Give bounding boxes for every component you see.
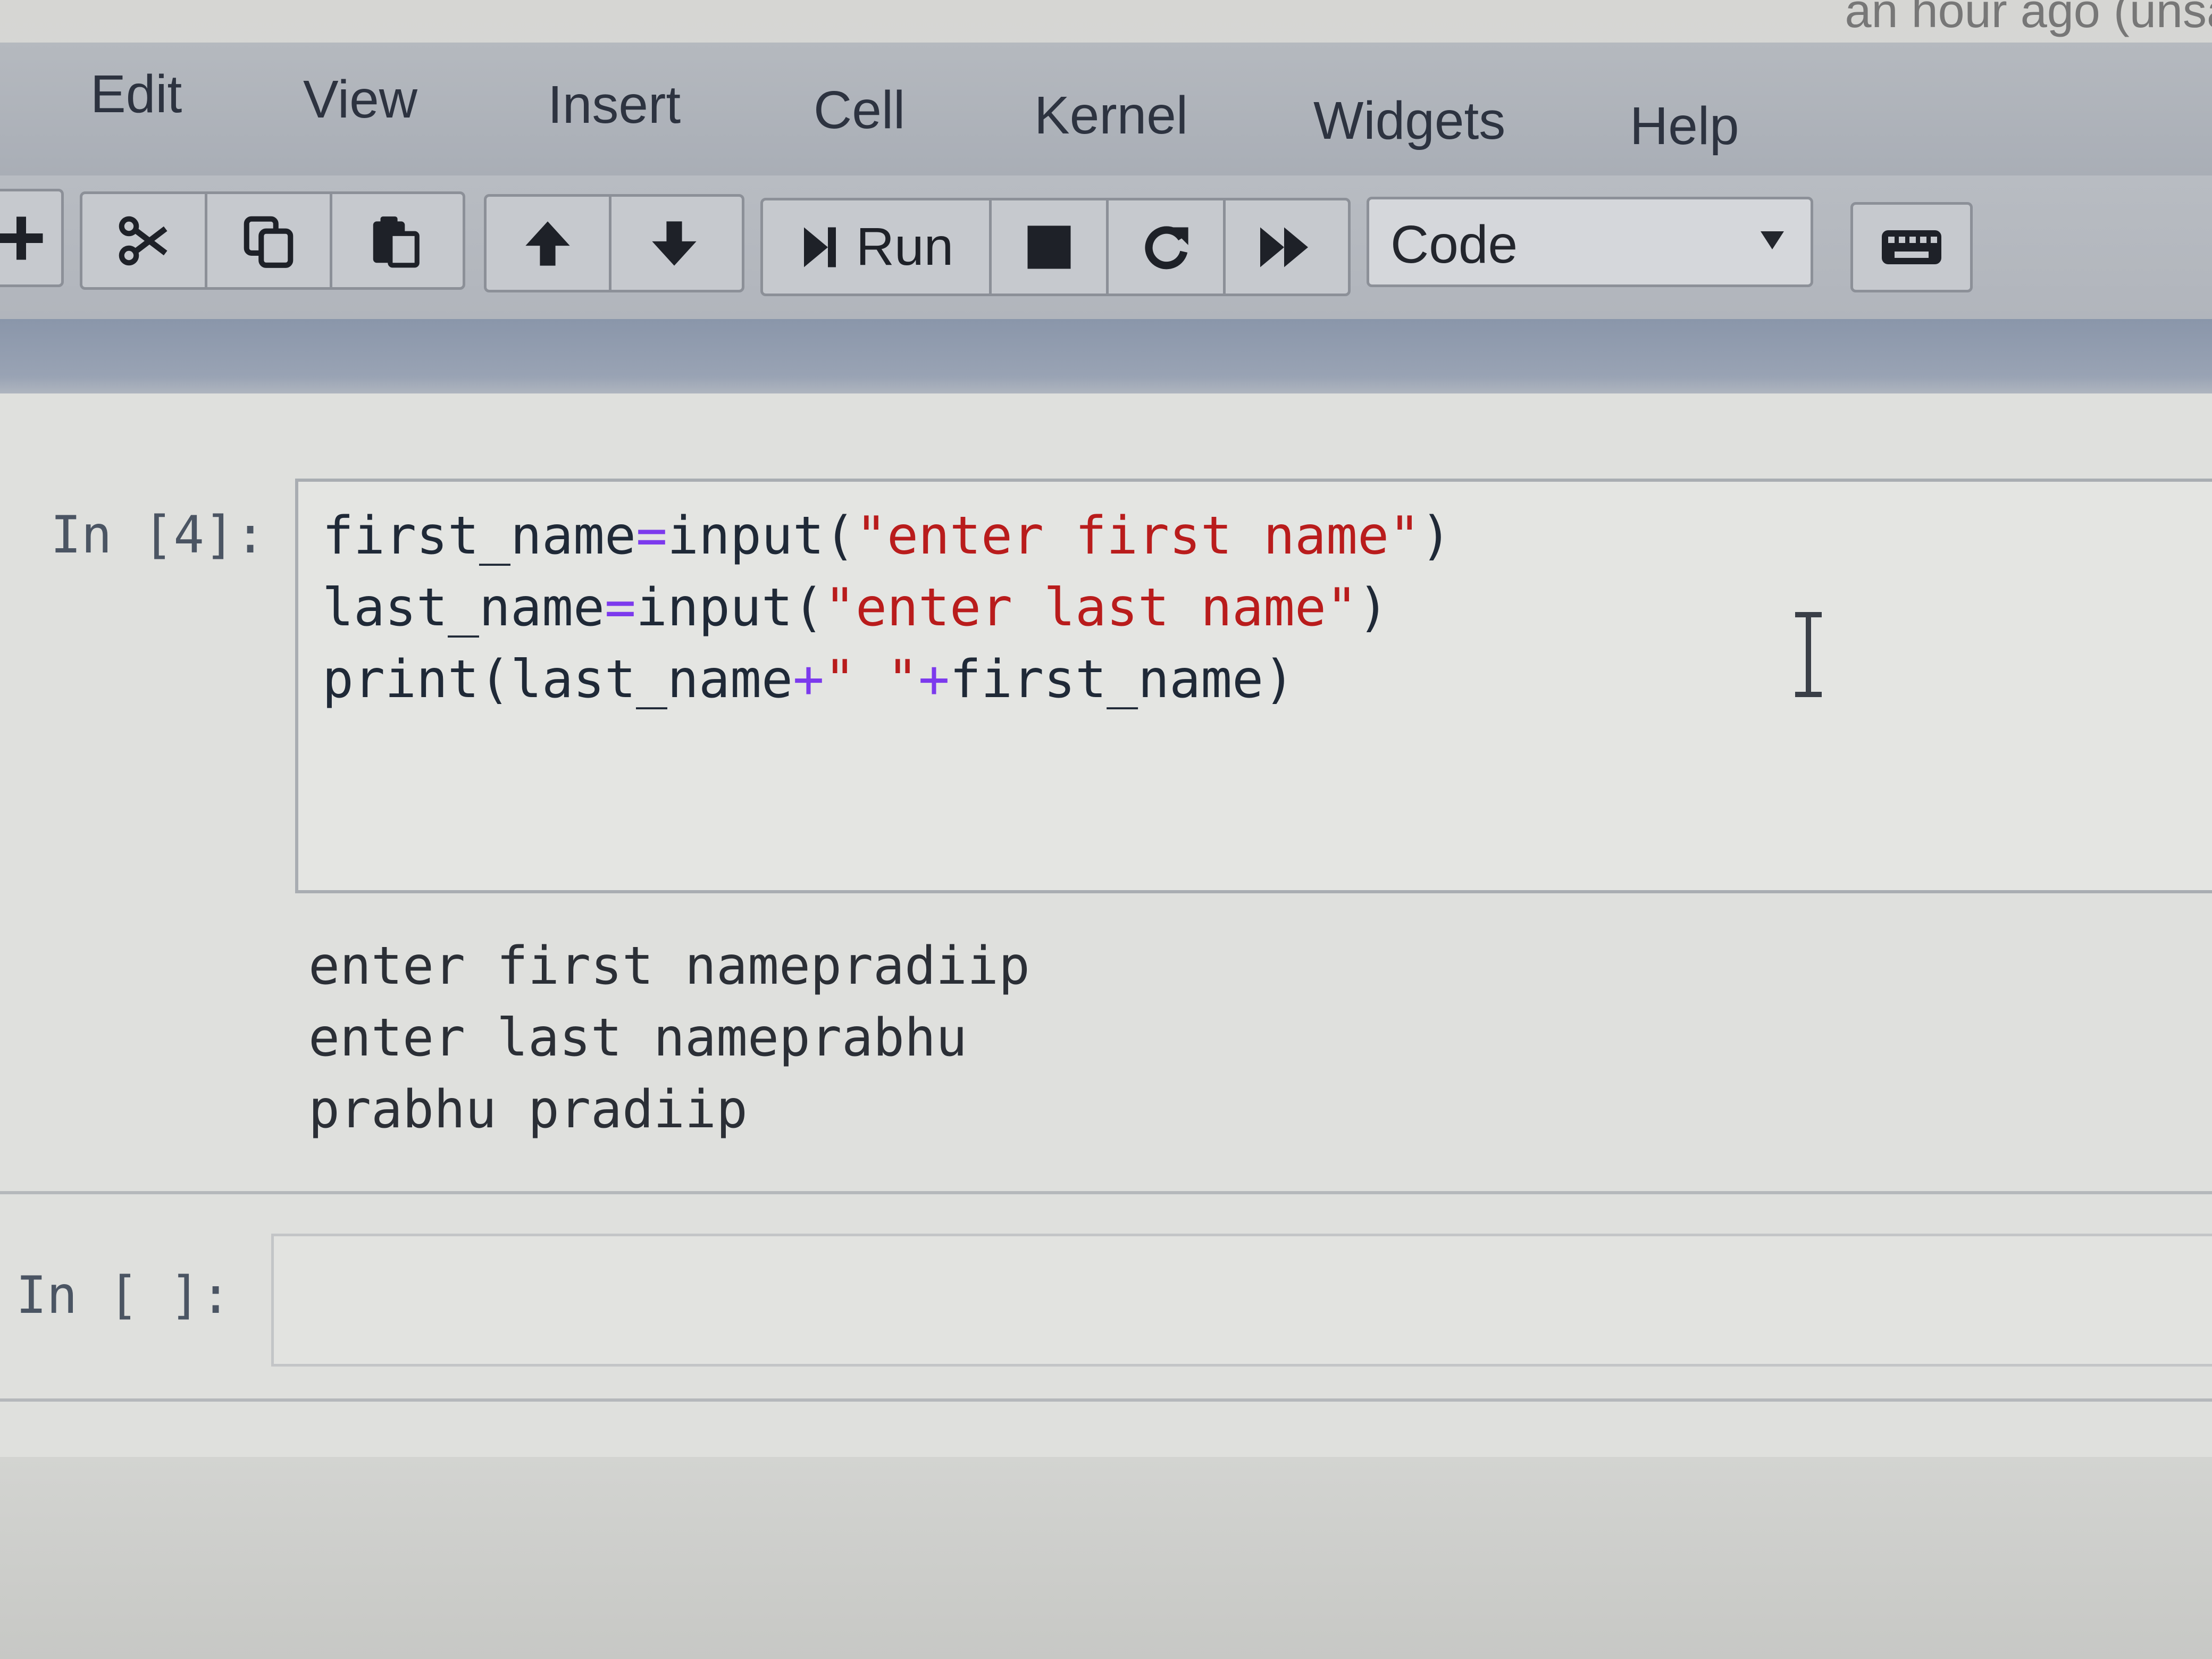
insert-cell-group — [0, 189, 64, 287]
plus-icon — [0, 216, 43, 259]
code-string: "enter first name" — [856, 506, 1421, 566]
code-operator: = — [636, 506, 668, 566]
arrow-down-icon — [651, 221, 697, 266]
code-string: "enter last name" — [824, 577, 1358, 638]
move-up-button[interactable] — [487, 197, 611, 290]
output-line: enter first namepradiip — [308, 936, 1030, 996]
text-cursor-icon — [1795, 612, 1822, 697]
arrow-up-icon — [525, 221, 570, 266]
code-token: last_name — [322, 577, 605, 638]
cell-separator — [0, 1398, 2212, 1402]
move-down-button[interactable] — [611, 197, 736, 290]
run-button-label: Run — [856, 217, 954, 276]
menubar: Edit View Insert Cell Kernel Widgets Hel… — [0, 43, 2212, 178]
code-operator: + — [793, 649, 825, 710]
run-button[interactable]: Run — [763, 200, 992, 294]
paste-button[interactable] — [332, 194, 457, 287]
code-operator: = — [605, 577, 636, 638]
code-token: input( — [636, 577, 825, 638]
code-token: first_name — [322, 506, 636, 566]
step-forward-icon — [803, 227, 836, 267]
code-token: ) — [1420, 506, 1452, 566]
fast-forward-icon — [1260, 227, 1308, 267]
insert-cell-button[interactable] — [0, 191, 61, 284]
interrupt-kernel-button[interactable] — [992, 200, 1109, 294]
cut-button[interactable] — [82, 194, 207, 287]
cell-separator — [0, 1191, 2212, 1194]
keyboard-icon — [1882, 230, 1941, 264]
notebook-bottom-area — [0, 1457, 2212, 1659]
run-group: Run — [760, 198, 1351, 296]
copy-button[interactable] — [207, 194, 332, 287]
cell-type-value: Code — [1390, 215, 1518, 274]
empty-code-cell-input[interactable] — [271, 1234, 2212, 1367]
paste-icon — [373, 216, 420, 267]
code-token: ) — [1358, 577, 1389, 638]
code-line: print(last_name+" "+first_name) — [322, 649, 1295, 710]
menu-insert[interactable]: Insert — [548, 74, 681, 136]
command-palette-button[interactable] — [1850, 202, 1973, 292]
code-line: first_name=input("enter first name") — [322, 506, 1452, 566]
menu-widgets[interactable]: Widgets — [1313, 90, 1505, 152]
code-token: first_name) — [950, 649, 1295, 710]
jupyter-notebook-page: an hour ago (unsa Edit View Insert Cell … — [0, 0, 2212, 1659]
code-string: " " — [824, 649, 919, 710]
chevron-down-icon — [1761, 231, 1784, 249]
cell-prompt: In [ ]: — [16, 1266, 231, 1325]
toolbar: Run Code — [0, 175, 2212, 319]
stop-icon — [1027, 225, 1070, 269]
code-operator: + — [918, 649, 950, 710]
menu-help[interactable]: Help — [1630, 96, 1739, 157]
menu-cell[interactable]: Cell — [814, 80, 905, 141]
menu-kernel[interactable]: Kernel — [1034, 85, 1188, 146]
code-token: input( — [667, 506, 856, 566]
menu-edit[interactable]: Edit — [90, 64, 182, 125]
restart-run-all-button[interactable] — [1226, 200, 1343, 294]
code-cell-input[interactable]: first_name=input("enter first name") las… — [295, 479, 2212, 893]
edit-group — [80, 191, 465, 290]
output-line: prabhu pradiip — [308, 1079, 748, 1140]
save-status: an hour ago (unsa — [1845, 0, 2212, 38]
move-group — [484, 194, 744, 292]
restart-kernel-button[interactable] — [1109, 200, 1226, 294]
notebook-container: In [4]: first_name=input("enter first na… — [0, 393, 2212, 1457]
copy-icon — [244, 216, 294, 268]
code-line: last_name=input("enter last name") — [322, 577, 1389, 638]
cell-prompt: In [4]: — [51, 505, 266, 565]
code-token: print(last_name — [322, 649, 793, 710]
cell-type-dropdown[interactable]: Code — [1367, 197, 1813, 287]
restart-icon — [1144, 226, 1188, 269]
menu-view[interactable]: View — [303, 69, 417, 130]
cut-icon — [119, 216, 167, 265]
output-line: enter last nameprabhu — [308, 1008, 968, 1068]
